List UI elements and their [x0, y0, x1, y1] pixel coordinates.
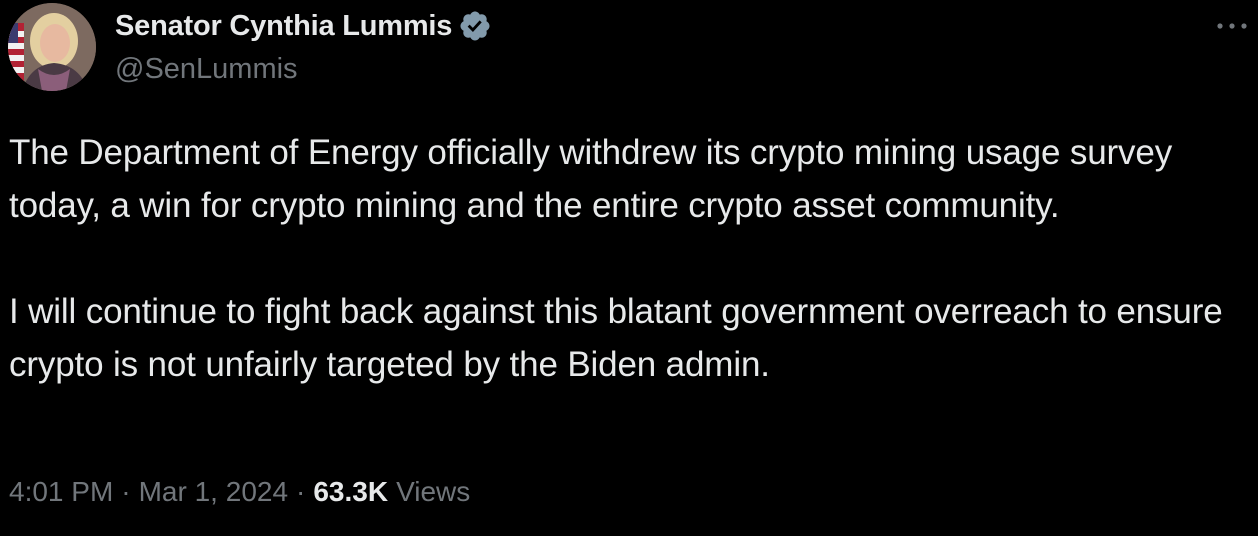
author-display-name[interactable]: Senator Cynthia Lummis	[115, 10, 452, 43]
tweet-meta: 4:01 PM · Mar 1, 2024 · 63.3K Views	[9, 476, 470, 508]
author-name-row: Senator Cynthia Lummis	[115, 8, 492, 44]
avatar-photo	[8, 3, 96, 91]
meta-separator: ·	[121, 476, 131, 507]
tweet-date[interactable]: Mar 1, 2024	[139, 476, 288, 508]
tweet-card: Senator Cynthia Lummis @SenLummis The De…	[0, 0, 1258, 536]
views-label: Views	[396, 476, 471, 507]
meta-separator: ·	[296, 476, 306, 507]
verified-badge-icon[interactable]	[458, 9, 492, 43]
more-options-icon[interactable]	[1212, 14, 1252, 38]
avatar[interactable]	[8, 3, 96, 91]
views-count: 63.3K	[313, 476, 389, 507]
tweet-text: The Department of Energy officially with…	[9, 133, 1223, 384]
author-handle[interactable]: @SenLummis	[115, 53, 298, 86]
tweet-time[interactable]: 4:01 PM	[9, 476, 113, 508]
